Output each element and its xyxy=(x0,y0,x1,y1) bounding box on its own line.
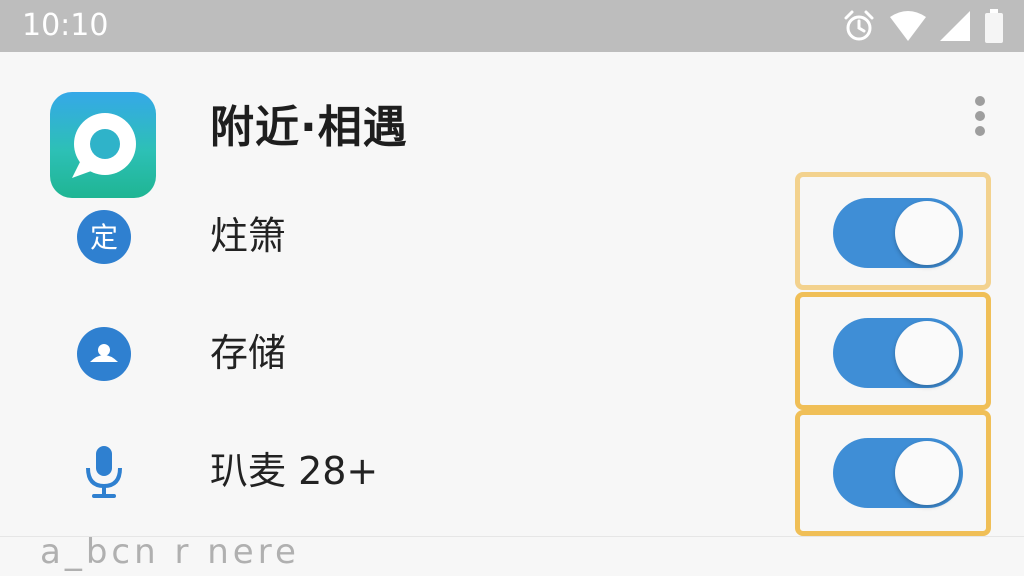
toggle-switch-2[interactable] xyxy=(833,318,963,388)
settings-screen: 附近·相遇 定 炷箫 存储 玐麦 28+ a_bcn r nere xyxy=(0,52,1024,576)
alarm-icon xyxy=(844,10,874,41)
status-icons xyxy=(842,8,1004,44)
microphone-icon xyxy=(86,446,122,498)
app-title: 附近·相遇 xyxy=(210,102,408,153)
toggle-switch-3[interactable] xyxy=(833,438,963,508)
toggle-knob xyxy=(895,201,959,265)
setting-label: 存储 xyxy=(210,331,287,375)
toggle-knob xyxy=(895,441,959,505)
wifi-icon xyxy=(890,11,926,41)
footer-text: a_bcn r nere xyxy=(40,532,300,572)
toggle-switch-1[interactable] xyxy=(833,198,963,268)
storage-icon xyxy=(77,327,131,381)
setting-label: 炷箫 xyxy=(210,214,287,258)
app-icon xyxy=(50,92,156,198)
signal-icon xyxy=(940,11,970,41)
battery-icon xyxy=(985,9,1003,43)
toggle-knob xyxy=(895,321,959,385)
overflow-menu-button[interactable] xyxy=(966,94,994,138)
location-badge-icon: 定 xyxy=(77,210,131,264)
status-time: 10:10 xyxy=(22,8,109,43)
chat-bubble-icon xyxy=(72,113,136,178)
setting-label: 玐麦 28+ xyxy=(210,449,379,493)
badge-text: 定 xyxy=(90,221,118,254)
status-bar: 10:10 xyxy=(0,0,1024,52)
